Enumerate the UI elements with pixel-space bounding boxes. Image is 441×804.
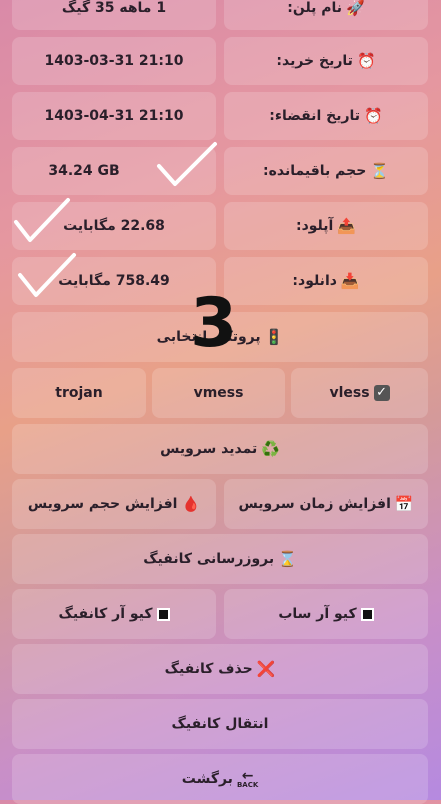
protocol-trojan-label: trojan [55, 385, 103, 401]
remaining-label-cell[interactable]: ⏳ حجم باقیمانده: [224, 147, 428, 195]
plan-value: 1 ماهه 35 گیگ [61, 0, 167, 16]
transfer-config-label: انتقال کانفیگ [171, 716, 269, 732]
plan-label: نام پلن: [287, 0, 343, 16]
outbox-tray-icon: 📤 [337, 217, 357, 235]
hourglass-icon: ⏳ [370, 162, 389, 180]
delete-config-label: حذف کانفیگ [164, 661, 253, 677]
qr-sub-label: کیو آر ساب [278, 606, 357, 622]
expire-date-label-cell[interactable]: ⏰ تاریخ انقضاء: [224, 92, 428, 140]
qr-sub-button[interactable]: کیو آر ساب [224, 589, 428, 639]
expire-date-label: تاریخ انقضاء: [269, 108, 361, 124]
alarm-clock-icon: ⏰ [364, 107, 383, 125]
checkbox-checked-icon: ✓ [373, 385, 390, 401]
add-volume-button[interactable]: 🩸 افزایش حجم سرویس [12, 479, 216, 529]
purchase-date-label-cell[interactable]: ⏰ تاریخ خرید: [224, 37, 428, 85]
inbox-tray-icon: 📥 [340, 272, 360, 290]
drop-of-blood-icon: 🩸 [181, 495, 201, 513]
protocol-vless-button[interactable]: ✓ vless [291, 368, 428, 418]
qr-config-label: کیو آر کانفیگ [58, 606, 153, 622]
expire-date-value: 1403-04-31 21:10 [44, 108, 184, 124]
purchase-date-label: تاریخ خرید: [276, 53, 353, 69]
upload-label: آپلود: [295, 218, 334, 234]
qr-config-button[interactable]: کیو آر کانفیگ [12, 589, 216, 639]
upload-label-cell[interactable]: 📤 آپلود: [224, 202, 428, 250]
add-time-label: افزایش زمان سرویس [238, 496, 391, 512]
renew-service-label: تمدید سرویس [160, 441, 258, 457]
purchase-date-value: 1403-03-31 21:10 [44, 53, 184, 69]
remaining-label: حجم باقیمانده: [263, 163, 367, 179]
download-value: 758.49 مگابایت [58, 273, 170, 289]
add-volume-label: افزایش حجم سرویس [27, 496, 178, 512]
black-square-icon [156, 607, 170, 621]
plan-value-cell[interactable]: 1 ماهه 35 گیگ [12, 0, 216, 30]
remaining-value: 34.24 GB [48, 163, 120, 179]
protocol-vmess-label: vmess [193, 385, 244, 401]
add-time-button[interactable]: 📅 افزایش زمان سرویس [224, 479, 428, 529]
upload-value: 22.68 مگابایت [63, 218, 165, 234]
overlay-number: 3 [190, 284, 238, 363]
download-value-cell[interactable]: 758.49 مگابایت [12, 257, 216, 305]
expire-date-value-cell[interactable]: 1403-04-31 21:10 [12, 92, 216, 140]
transfer-config-button[interactable]: انتقال کانفیگ [12, 699, 428, 749]
download-label: دانلود: [292, 273, 337, 289]
rocket-icon: 🚀 [346, 0, 365, 17]
alarm-clock-icon: ⏰ [356, 52, 376, 70]
upload-value-cell[interactable]: 22.68 مگابایت [12, 202, 216, 250]
protocol-vmess-button[interactable]: vmess [152, 368, 285, 418]
back-arrow-icon: ← BACK [236, 767, 259, 789]
update-config-button[interactable]: ⌛ بروزرسانی کانفیگ [12, 534, 428, 584]
remaining-value-cell[interactable]: 34.24 GB [12, 147, 216, 195]
cross-mark-icon: ❌ [256, 660, 276, 678]
delete-config-button[interactable]: ❌ حذف کانفیگ [12, 644, 428, 694]
back-label: برگشت [181, 771, 233, 787]
calendar-icon: 📅 [394, 495, 414, 513]
purchase-date-value-cell[interactable]: 1403-03-31 21:10 [12, 37, 216, 85]
renew-service-button[interactable]: ♻️ تمدید سرویس [12, 424, 428, 474]
protocol-trojan-button[interactable]: trojan [12, 368, 146, 418]
traffic-light-icon: 🚦 [264, 328, 284, 346]
update-config-label: بروزرسانی کانفیگ [143, 551, 275, 567]
back-button[interactable]: ← BACK برگشت [12, 754, 428, 804]
plan-label-cell[interactable]: 🚀 نام پلن: [224, 0, 428, 30]
download-label-cell[interactable]: 📥 دانلود: [224, 257, 428, 305]
hourglass-icon: ⌛ [278, 550, 297, 568]
black-square-icon [360, 607, 374, 621]
protocol-vless-label: vless [329, 385, 370, 401]
recycle-icon: ♻️ [261, 440, 280, 458]
